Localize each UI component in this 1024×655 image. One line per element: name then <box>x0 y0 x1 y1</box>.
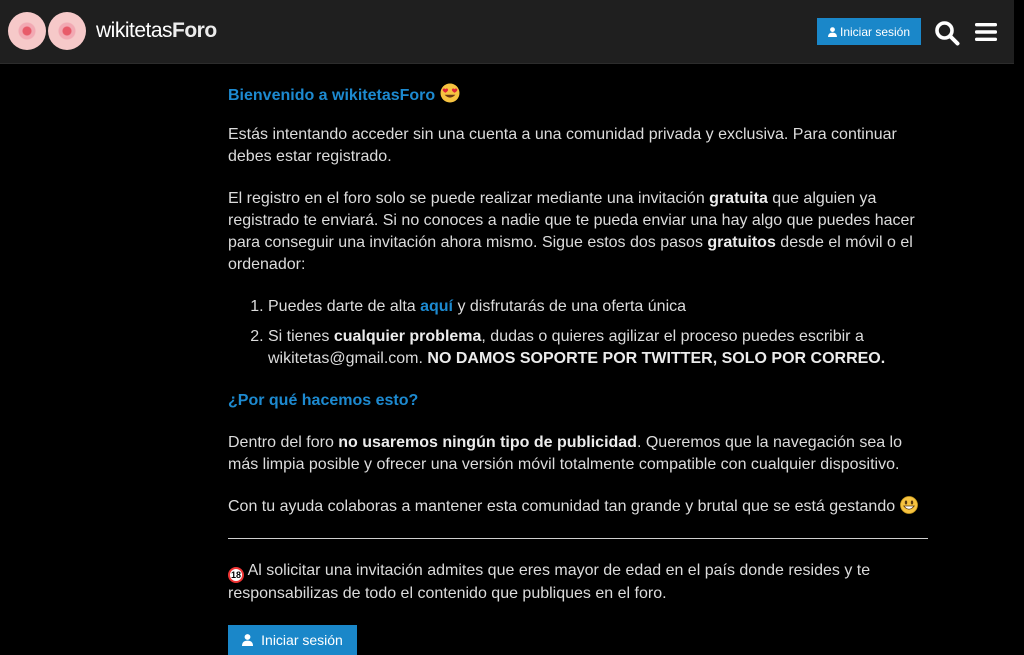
login-button-bottom[interactable]: Iniciar sesión <box>228 625 357 655</box>
login-button-bottom-label: Iniciar sesión <box>261 632 343 648</box>
steps-list: Puedes darte de alta aquí y disfrutarás … <box>228 296 968 378</box>
step-2-text-a: Si tienes <box>268 328 334 345</box>
registration-bold-2: gratuitos <box>707 234 776 251</box>
welcome-title: Bienvenido a wikitetasForo <box>228 83 460 107</box>
login-button-header-label: Iniciar sesión <box>839 24 911 39</box>
why-bold: no usaremos ningún tipo de publicidad <box>338 434 637 451</box>
user-icon <box>827 26 837 37</box>
registration-bold-1: gratuita <box>709 190 768 207</box>
list-item: Puedes darte de alta aquí y disfrutarás … <box>268 296 968 318</box>
signup-link[interactable]: aquí <box>420 298 453 315</box>
search-icon[interactable] <box>934 20 960 46</box>
logo-text-prefix: wikitetas <box>96 19 173 42</box>
intro-paragraph: Estás intentando acceder sin una cuenta … <box>228 126 897 165</box>
help-paragraph: Con tu ayuda colaboras a mantener esta c… <box>228 496 928 518</box>
logo-mark-left <box>8 12 46 50</box>
grin-emoji-icon <box>899 496 918 514</box>
help-text: Con tu ayuda colaboras a mantener esta c… <box>228 498 896 515</box>
why-text-1: Dentro del foro <box>228 434 339 451</box>
divider <box>228 538 928 539</box>
logo-text: wikitetasForo <box>96 19 217 43</box>
login-button-header[interactable]: Iniciar sesión <box>817 18 921 45</box>
step-2-bold-2: NO DAMOS SOPORTE POR TWITTER, SOLO POR C… <box>427 350 886 367</box>
why-paragraph: Dentro del foro no usaremos ningún tipo … <box>228 432 928 476</box>
list-item: Si tienes cualquier problema, dudas o qu… <box>268 326 968 370</box>
heart-eyes-emoji-icon <box>440 83 460 103</box>
no-under-18-icon: 18 <box>228 567 244 583</box>
step-1-text-a: Puedes darte de alta <box>268 298 421 315</box>
site-logo[interactable]: wikitetasForo <box>8 10 217 52</box>
logo-text-suffix: Foro <box>172 19 217 42</box>
welcome-title-text: Bienvenido a wikitetasForo <box>228 87 436 104</box>
age-notice-text: Al solicitar una invitación admites que … <box>228 562 871 602</box>
logo-mark-right <box>48 12 86 50</box>
step-1-text-b: y disfrutarás de una oferta única <box>453 298 687 315</box>
registration-paragraph: El registro en el foro solo se puede rea… <box>228 188 928 276</box>
top-header: wikitetasForo Iniciar sesión <box>0 0 1014 64</box>
step-2-bold: cualquier problema <box>333 328 482 345</box>
registration-text-1: El registro en el foro solo se puede rea… <box>228 190 710 207</box>
menu-icon[interactable] <box>975 21 997 43</box>
age-notice: 18 Al solicitar una invitación admites q… <box>228 560 928 605</box>
user-icon <box>242 634 254 646</box>
why-title: ¿Por qué hacemos esto? <box>228 392 419 409</box>
